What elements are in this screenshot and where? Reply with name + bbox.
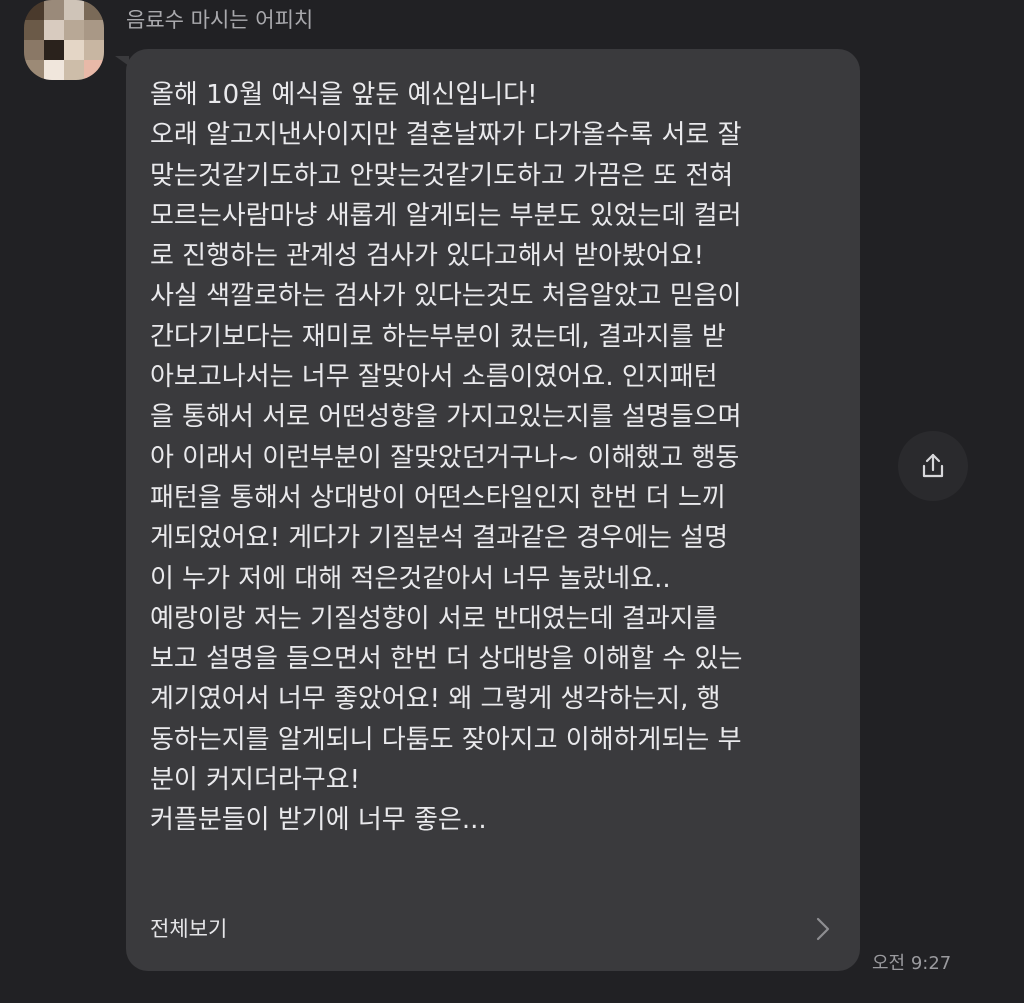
message-line: 계기였어서 너무 좋았어요! 왜 그렇게 생각하는지, 행 [150,684,721,715]
message-line: 오래 알고지낸사이지만 결혼날짜가 다가올수록 서로 잘 [150,120,742,151]
message-line: 게되었어요! 게다가 기질분석 결과같은 경우에는 설명 [150,523,728,554]
message-line: 패턴을 통해서 상대방이 어떤스타일인지 한번 더 느끼 [150,482,726,513]
share-icon [922,453,944,478]
message-line: 아보고나서는 너무 잘맞아서 소름이였어요. 인지패턴 [150,362,718,393]
sender-name: 음료수 마시는 어피치 [126,8,314,32]
message-line: 아 이래서 이런부분이 잘맞았던거구나~ 이해했고 행동 [150,442,740,473]
share-button[interactable] [898,431,968,501]
message-bubble[interactable]: 올해 10월 예식을 앞둔 예신입니다! 오래 알고지낸사이지만 결혼날짜가 다… [126,49,860,971]
message-line: 을 통해서 서로 어떤성향을 가지고있는지를 설명들으며 [150,402,742,433]
message-text: 올해 10월 예식을 앞둔 예신입니다! 오래 알고지낸사이지만 결혼날짜가 다… [150,75,850,841]
message-line: 보고 설명을 들으면서 한번 더 상대방을 이해할 수 있는 [150,644,743,675]
message-line: 모르는사람마냥 새롭게 알게되는 부분도 있었는데 컬러 [150,200,742,231]
message-line: 로 진행하는 관계성 검사가 있다고해서 받아봤어요! [150,241,705,272]
message-line: 분이 커지더라구요! [150,765,361,796]
view-all-link[interactable]: 전체보기 [150,913,227,943]
message-line: 이 누가 저에 대해 적은것같아서 너무 놀랐네요.. [150,563,671,594]
profile-avatar[interactable] [24,0,104,80]
chat-screen: 음료수 마시는 어피치 올해 10월 예식을 앞둔 예신입니다! 오래 알고지낸… [0,0,1024,1003]
message-timestamp: 오전 9:27 [872,953,952,974]
message-line: 사실 색깔로하는 검사가 있다는것도 처음알았고 믿음이 [150,281,742,312]
message-line: 예랑이랑 저는 기질성향이 서로 반대였는데 결과지를 [150,603,718,634]
message-line: 간다기보다는 재미로 하는부분이 컸는데, 결과지를 받 [150,321,726,352]
message-line: 동하는지를 알게되니 다툼도 잦아지고 이해하게되는 부 [150,724,742,755]
message-line: 맞는것같기도하고 안맞는것같기도하고 가끔은 또 전혀 [150,160,734,191]
message-line: 커플분들이 받기에 너무 좋은... [150,805,487,836]
chevron-right-icon[interactable] [812,914,834,944]
message-line: 올해 10월 예식을 앞둔 예신입니다! [150,80,538,110]
